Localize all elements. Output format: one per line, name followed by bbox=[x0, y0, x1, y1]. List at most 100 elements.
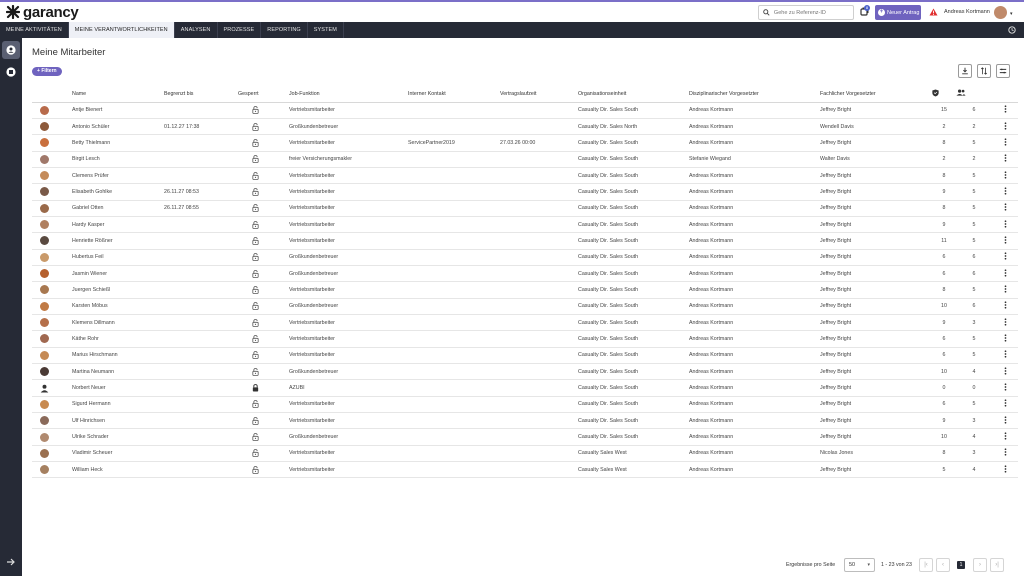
tab-meine-verantwortlichkeiten[interactable]: MEINE VERANTWORTLICHKEITEN bbox=[68, 22, 175, 38]
name-cell[interactable]: Hubertus Feil bbox=[70, 249, 162, 266]
column-header-contract-term[interactable]: Vertragslaufzeit bbox=[498, 86, 576, 103]
table-row[interactable]: Elisabeth Gohlke 26.11.27 08:53 Vertriebsm… bbox=[32, 183, 1018, 201]
table-row[interactable]: Clemens Prüfer Vertriebsmitarbeiter Casual… bbox=[32, 167, 1018, 185]
name-cell[interactable]: Betty Thielmann bbox=[70, 134, 162, 152]
name-cell[interactable]: Käthe Rohr bbox=[70, 330, 162, 348]
row-menu-button[interactable] bbox=[992, 151, 1018, 168]
name-cell[interactable]: Vladimir Scheuer bbox=[70, 445, 162, 463]
user-avatar[interactable] bbox=[994, 6, 1007, 19]
user-name[interactable]: Andreas Kortmann bbox=[944, 9, 990, 15]
table-row[interactable]: Antje Bienert Vertriebsmitarbeiter Casualt… bbox=[32, 102, 1018, 119]
row-menu-button[interactable] bbox=[992, 461, 1018, 479]
table-row[interactable]: Ulrike Schrader Großkundenbetreuer Casualt… bbox=[32, 428, 1018, 446]
table-row[interactable]: Birgit Lesch freier Versicherungsmakler Ca… bbox=[32, 151, 1018, 168]
row-menu-button[interactable] bbox=[992, 445, 1018, 463]
chevron-down-icon[interactable]: ▾ bbox=[1010, 11, 1013, 17]
row-menu-button[interactable] bbox=[992, 232, 1018, 250]
table-row[interactable]: Käthe Rohr Vertriebsmitarbeiter Casualty D… bbox=[32, 330, 1018, 348]
per-page-select[interactable]: 50 ▾ bbox=[844, 558, 875, 572]
column-settings-button[interactable] bbox=[996, 64, 1010, 78]
sort-button[interactable] bbox=[977, 64, 991, 78]
table-row[interactable]: Juergen Schießl Vertriebsmitarbeiter Casua… bbox=[32, 281, 1018, 299]
table-row[interactable]: Sigurd Hermann Vertriebsmitarbeiter Casual… bbox=[32, 396, 1018, 414]
name-cell[interactable]: Jasmin Wiener bbox=[70, 265, 162, 283]
reference-search-input[interactable] bbox=[773, 9, 853, 16]
tab-meine-aktivitaeten[interactable]: MEINE AKTIVITÄTEN bbox=[0, 22, 69, 38]
table-row[interactable]: Jasmin Wiener Großkundenbetreuer Casualty … bbox=[32, 265, 1018, 283]
name-cell[interactable]: Antonio Schüler bbox=[70, 118, 162, 136]
reference-search[interactable] bbox=[758, 5, 854, 20]
download-button[interactable] bbox=[958, 64, 972, 78]
first-page-button[interactable]: |‹ bbox=[919, 558, 933, 572]
tab-analysen[interactable]: ANALYSEN bbox=[175, 22, 218, 38]
expand-arrow-icon[interactable] bbox=[6, 558, 16, 566]
name-cell[interactable]: Gabriel Otten bbox=[70, 200, 162, 217]
column-header-org-unit[interactable]: Organisationseinheit bbox=[576, 86, 687, 103]
row-menu-button[interactable] bbox=[992, 183, 1018, 201]
column-header-internal-contact[interactable]: Interner Kontakt bbox=[406, 86, 498, 103]
column-header-locked[interactable]: Gesperrt bbox=[236, 86, 287, 103]
row-menu-button[interactable] bbox=[992, 428, 1018, 446]
tab-prozesse[interactable]: PROZESSE bbox=[218, 22, 262, 38]
name-cell[interactable]: Karsten Möbus bbox=[70, 298, 162, 315]
column-header-disciplinary-supervisor[interactable]: Disziplinarischer Vorgesetzter bbox=[687, 86, 818, 103]
table-row[interactable]: Hubertus Feil Großkundenbetreuer Casualty … bbox=[32, 249, 1018, 266]
name-cell[interactable]: Ulf Hinrichsen bbox=[70, 412, 162, 430]
column-header-job-function[interactable]: Job-Funktion bbox=[287, 86, 406, 103]
name-cell[interactable]: Marius Hirschmann bbox=[70, 347, 162, 365]
table-row[interactable]: Betty Thielmann Vertriebsmitarbeiter Servi… bbox=[32, 134, 1018, 152]
name-cell[interactable]: Klemens Dillmann bbox=[70, 314, 162, 332]
table-row[interactable]: Ulf Hinrichsen Vertriebsmitarbeiter Casual… bbox=[32, 412, 1018, 430]
name-cell[interactable]: Ulrike Schrader bbox=[70, 428, 162, 446]
sidebar-item-badges[interactable] bbox=[2, 63, 20, 81]
new-request-button[interactable]: + Neuer Antrag bbox=[875, 5, 921, 20]
name-cell[interactable]: Sigurd Hermann bbox=[70, 396, 162, 414]
filter-button[interactable]: + Filtern bbox=[32, 67, 62, 76]
table-row[interactable]: William Heck Vertriebsmitarbeiter Casualty… bbox=[32, 461, 1018, 479]
table-row[interactable]: Norbert Neuer AZUBI Casualty Dir. Sales So… bbox=[32, 379, 1018, 397]
prev-page-button[interactable]: ‹ bbox=[936, 558, 950, 572]
tab-reporting[interactable]: REPORTING bbox=[261, 22, 308, 38]
row-menu-button[interactable] bbox=[992, 102, 1018, 119]
logo[interactable]: garancy bbox=[6, 3, 79, 21]
row-menu-button[interactable] bbox=[992, 281, 1018, 299]
table-row[interactable]: Martina Neumann Großkundenbetreuer Casualt… bbox=[32, 363, 1018, 381]
name-cell[interactable]: Antje Bienert bbox=[70, 102, 162, 119]
name-cell[interactable]: Martina Neumann bbox=[70, 363, 162, 381]
table-row[interactable]: Gabriel Otten 26.11.27 08:55 Vertriebsmita… bbox=[32, 200, 1018, 217]
column-header-limited-until[interactable]: Begrenzt bis bbox=[162, 86, 236, 103]
current-page[interactable]: 1 bbox=[957, 561, 965, 569]
table-row[interactable]: Vladimir Scheuer Vertriebsmitarbeiter Casu… bbox=[32, 445, 1018, 463]
row-menu-button[interactable] bbox=[992, 200, 1018, 217]
row-menu-button[interactable] bbox=[992, 363, 1018, 381]
row-menu-button[interactable] bbox=[992, 118, 1018, 136]
name-cell[interactable]: Juergen Schießl bbox=[70, 281, 162, 299]
column-header-technical-supervisor[interactable]: Fachlicher Vorgesetzter bbox=[818, 86, 932, 103]
table-row[interactable]: Karsten Möbus Großkundenbetreuer Casualty … bbox=[32, 298, 1018, 315]
warning-icon[interactable] bbox=[929, 8, 938, 16]
row-menu-button[interactable] bbox=[992, 249, 1018, 266]
row-menu-button[interactable] bbox=[992, 396, 1018, 414]
row-menu-button[interactable] bbox=[992, 298, 1018, 315]
name-cell[interactable]: Henriette Rößner bbox=[70, 232, 162, 250]
table-row[interactable]: Marius Hirschmann Vertriebsmitarbeiter Cas… bbox=[32, 347, 1018, 365]
row-menu-button[interactable] bbox=[992, 134, 1018, 152]
name-cell[interactable]: Clemens Prüfer bbox=[70, 167, 162, 185]
table-row[interactable]: Antonio Schüler 01.12.27 17:38 Großkundenb… bbox=[32, 118, 1018, 136]
sidebar-item-people[interactable] bbox=[2, 41, 20, 59]
tab-system[interactable]: SYSTEM bbox=[308, 22, 344, 38]
column-header-roles[interactable] bbox=[932, 86, 956, 103]
row-menu-button[interactable] bbox=[992, 412, 1018, 430]
table-row[interactable]: Henriette Rößner Vertriebsmitarbeiter Casu… bbox=[32, 232, 1018, 250]
clock-icon[interactable] bbox=[1008, 26, 1016, 34]
name-cell[interactable]: Elisabeth Gohlke bbox=[70, 183, 162, 201]
name-cell[interactable]: Hardy Kasper bbox=[70, 216, 162, 234]
row-menu-button[interactable] bbox=[992, 379, 1018, 397]
row-menu-button[interactable] bbox=[992, 314, 1018, 332]
table-row[interactable]: Hardy Kasper Vertriebsmitarbeiter Casualty… bbox=[32, 216, 1018, 234]
row-menu-button[interactable] bbox=[992, 265, 1018, 283]
table-row[interactable]: Klemens Dillmann Vertriebsmitarbeiter Casu… bbox=[32, 314, 1018, 332]
name-cell[interactable]: Norbert Neuer bbox=[70, 379, 162, 397]
row-menu-button[interactable] bbox=[992, 330, 1018, 348]
column-header-name[interactable]: Name bbox=[70, 86, 162, 103]
